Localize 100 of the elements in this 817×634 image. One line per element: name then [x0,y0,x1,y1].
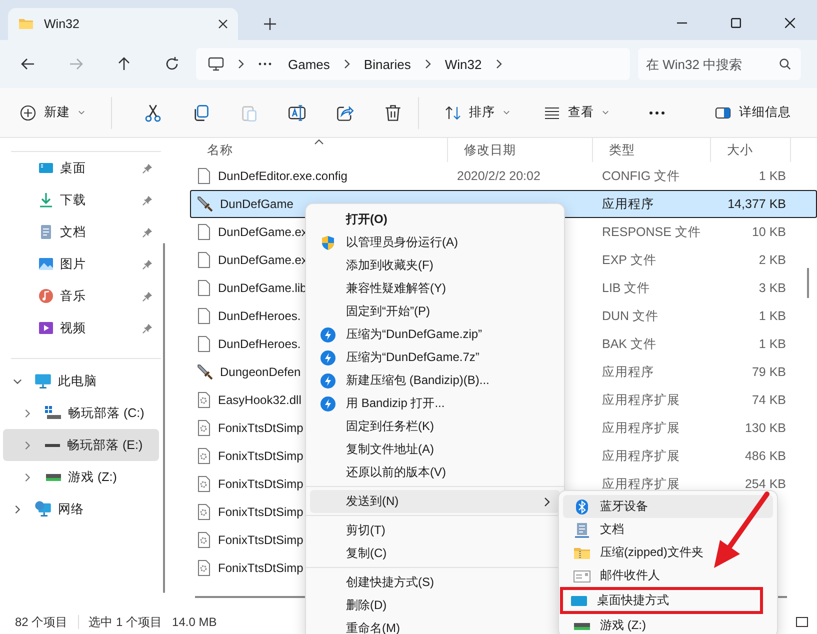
new-button[interactable]: 新建 [12,98,93,127]
file-name[interactable]: DunDefGame.ex [218,225,308,239]
up-icon[interactable] [116,56,132,72]
column-header[interactable]: 大小 [711,138,791,162]
selection-count: 选中 1 个项目 [88,614,162,630]
pin-icon[interactable] [142,226,153,238]
menu-item[interactable]: 删除(D) [310,594,560,617]
file-name[interactable]: DunDefHeroes. [218,309,301,323]
chevron-icon[interactable] [238,59,244,69]
file-type: LIB 文件 [602,280,650,296]
search-icon[interactable] [779,58,791,70]
file-size: 486 KB [744,449,786,463]
sidebar-item[interactable]: 下载 [3,184,159,216]
column-header[interactable]: 类型 [593,138,711,162]
menu-item[interactable]: 固定到“开始”(P) [310,300,560,323]
menu-item[interactable]: 压缩为“DunDefGame.zip” [310,323,560,346]
share-icon[interactable] [336,104,354,122]
sidebar-item[interactable]: 音乐 [3,280,159,312]
chevron-icon[interactable] [13,504,22,514]
menu-item[interactable]: 发送到(N) [310,490,560,513]
file-name[interactable]: DunDefGame [220,197,294,211]
file-name[interactable]: FonixTtsDtSimp [218,505,304,519]
pin-icon[interactable] [142,162,153,174]
view-button[interactable]: 查看 [536,98,617,127]
menu-item[interactable]: 新建压缩包 (Bandizip)(B)... [310,369,560,392]
menu-item[interactable]: 兼容性疑难解答(Y) [310,277,560,300]
rename-icon[interactable] [288,104,306,122]
menu-item[interactable]: 用 Bandizip 打开... [310,392,560,415]
chevron-icon[interactable] [344,59,350,69]
tree-item[interactable]: 畅玩部落 (C:) [3,397,159,429]
breadcrumb-item[interactable]: Win32 [444,56,482,72]
chevron-icon[interactable] [13,376,22,386]
maximize-icon[interactable] [731,18,741,28]
chevron-icon[interactable] [23,472,32,482]
close-icon[interactable] [785,18,795,28]
file-name[interactable]: EasyHook32.dll [218,393,302,407]
menu-item[interactable]: 压缩(zipped)文件夹 [563,541,773,564]
pin-icon[interactable] [142,290,153,302]
sidebar-item[interactable]: 桌面 [3,152,159,184]
refresh-icon[interactable] [164,56,180,72]
menu-item[interactable]: 剪切(T) [310,519,560,542]
file-name[interactable]: DungeonDefen [220,365,301,379]
menu-item[interactable]: 创建快捷方式(S) [310,571,560,594]
menu-item[interactable]: 复制文件地址(A) [310,438,560,461]
menu-item[interactable]: 还原以前的版本(V) [310,461,560,484]
document-icon [574,522,590,538]
monitor-icon[interactable] [208,56,224,72]
file-name[interactable]: FonixTtsDtSimp [218,561,304,575]
menu-item[interactable]: 游戏 (Z:) [563,614,773,634]
chevron-icon[interactable] [23,408,32,418]
menu-item[interactable]: 固定到任务栏(K) [310,415,560,438]
details-button[interactable]: 详细信息 [707,98,799,127]
delete-icon[interactable] [384,104,402,122]
file-name[interactable]: FonixTtsDtSimp [218,477,304,491]
file-name[interactable]: FonixTtsDtSimp [218,421,304,435]
tree-item[interactable]: 畅玩部落 (E:) [3,429,159,461]
bluetooth-icon [574,498,590,516]
file-name[interactable]: FonixTtsDtSimp [218,449,304,463]
pin-icon[interactable] [142,322,153,334]
close-icon[interactable] [218,19,228,29]
menu-item[interactable]: 以管理员身份运行(A) [310,231,560,254]
address-field[interactable]: Games Binaries Win32 [196,48,630,80]
menu-item[interactable]: 添加到收藏夹(F) [310,254,560,277]
tree-item[interactable]: 此电脑 [3,365,159,397]
download-icon [38,192,54,208]
copy-icon[interactable] [192,104,210,122]
sword-icon [197,364,213,380]
pin-icon[interactable] [142,194,153,206]
tree-item[interactable]: 网络 [3,493,159,525]
breadcrumb-item[interactable]: Binaries [364,56,411,72]
breadcrumb-item[interactable]: Games [288,56,330,72]
column-header[interactable]: 修改日期 [448,138,593,162]
menu-item[interactable]: 邮件收件人 [563,564,773,587]
menu-item[interactable]: 蓝牙设备 [563,495,773,518]
sidebar-item[interactable]: 文档 [3,216,159,248]
pin-icon[interactable] [142,258,153,270]
chevron-icon[interactable] [496,59,502,69]
chevron-icon[interactable] [424,59,431,69]
file-name[interactable]: FonixTtsDtSimp [218,533,304,547]
more-icon[interactable] [649,110,665,114]
menu-item[interactable]: 文档 [563,518,773,541]
column-header[interactable]: 名称 [190,138,448,162]
file-name[interactable]: DunDefGame.ex [218,253,308,267]
search-field[interactable]: 在 Win32 中搜索 [638,48,801,80]
tree-item[interactable]: 游戏 (Z:) [3,461,159,493]
menu-item[interactable]: 打开(O) [310,208,560,231]
sidebar-item[interactable]: 视频 [3,312,159,344]
sidebar-item[interactable]: 图片 [3,248,159,280]
sort-button[interactable]: 排序 [437,98,518,127]
new-tab-icon[interactable] [264,18,276,30]
file-name[interactable]: DunDefEditor.exe.config [218,169,348,183]
file-name[interactable]: DunDefHeroes. [218,337,301,351]
menu-item[interactable]: 桌面快捷方式 [560,587,763,614]
file-name[interactable]: DunDefGame.lib [218,281,307,295]
window-tab[interactable]: Win32 [8,8,238,40]
menu-item[interactable]: 复制(C) [310,542,560,565]
more-icon[interactable] [258,62,272,66]
back-icon[interactable] [20,56,36,72]
cut-icon[interactable] [144,104,162,122]
menu-item[interactable]: 压缩为“DunDefGame.7z” [310,346,560,369]
